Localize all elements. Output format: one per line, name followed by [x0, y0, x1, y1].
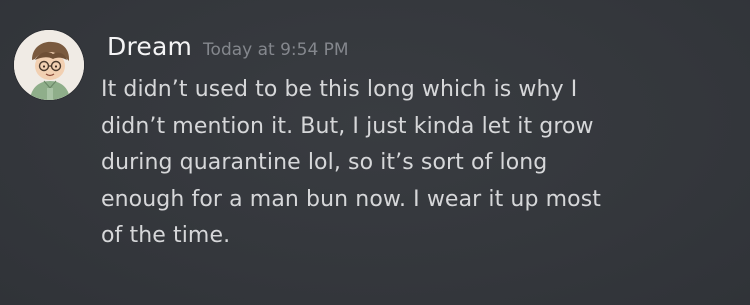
chat-message: Dream Today at 9:54 PM It didn’t used to…	[0, 0, 750, 305]
message-timestamp: Today at 9:54 PM	[203, 40, 349, 60]
username[interactable]: Dream	[107, 32, 192, 61]
user-avatar[interactable]	[14, 30, 84, 100]
message-line: enough for a man bun now. I wear it up m…	[101, 186, 601, 212]
message-line: didn’t mention it. But, I just kinda let…	[101, 113, 594, 139]
message-content: It didn’t used to be this long which is …	[101, 72, 731, 255]
message-line: It didn’t used to be this long which is …	[101, 77, 578, 102]
message-header: Dream Today at 9:54 PM	[107, 32, 349, 66]
message-line: during quarantine lol, so it’s sort of l…	[101, 150, 548, 175]
message-line: of the time.	[101, 223, 231, 248]
cartoon-character-avatar-icon	[14, 30, 84, 100]
